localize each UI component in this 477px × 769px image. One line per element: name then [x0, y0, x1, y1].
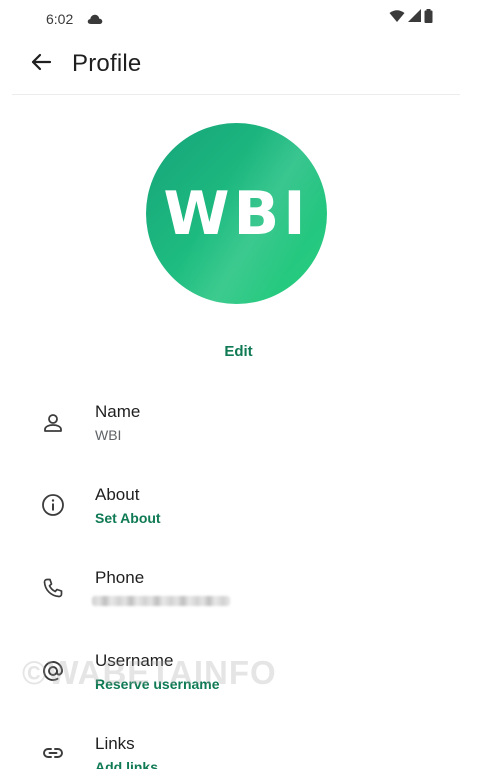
row-phone-title: Phone: [95, 568, 145, 587]
toolbar-divider: [12, 94, 460, 95]
status-time: 6:02: [46, 11, 74, 27]
wifi-icon: [389, 9, 405, 27]
row-name-value: WBI: [95, 427, 122, 443]
signal-icon: [408, 9, 421, 27]
row-name-title: Name: [95, 402, 141, 421]
cloud-icon: [87, 12, 103, 24]
row-about-title: About: [95, 485, 140, 504]
person-icon: [40, 410, 66, 436]
at-icon: [40, 658, 66, 684]
row-links[interactable]: Links Add links: [0, 730, 477, 769]
row-username[interactable]: Username Reserve username: [0, 647, 477, 711]
phone-number-redacted: [92, 596, 230, 606]
profile-screen: 6:02 Profile WBI Edit Name WBI About Set…: [0, 0, 477, 769]
add-links-link[interactable]: Add links: [95, 759, 158, 769]
info-icon: [40, 492, 66, 518]
row-about[interactable]: About Set About: [0, 481, 477, 545]
link-icon: [40, 740, 66, 766]
row-name[interactable]: Name WBI: [0, 398, 477, 462]
avatar-initials: WBI: [163, 178, 310, 249]
edit-button[interactable]: Edit: [0, 343, 477, 360]
back-button[interactable]: [26, 49, 56, 79]
battery-icon: [424, 8, 433, 28]
arrow-left-icon: [30, 51, 52, 78]
set-about-link[interactable]: Set About: [95, 510, 161, 526]
status-icons: [389, 8, 433, 28]
row-username-title: Username: [95, 651, 174, 670]
row-links-title: Links: [95, 734, 135, 753]
toolbar: Profile: [0, 36, 477, 94]
page-title: Profile: [72, 50, 142, 77]
avatar[interactable]: WBI: [146, 123, 327, 304]
reserve-username-link[interactable]: Reserve username: [95, 676, 220, 692]
row-phone[interactable]: Phone: [0, 564, 477, 628]
phone-icon: [40, 575, 66, 601]
status-bar: 6:02: [0, 0, 477, 36]
